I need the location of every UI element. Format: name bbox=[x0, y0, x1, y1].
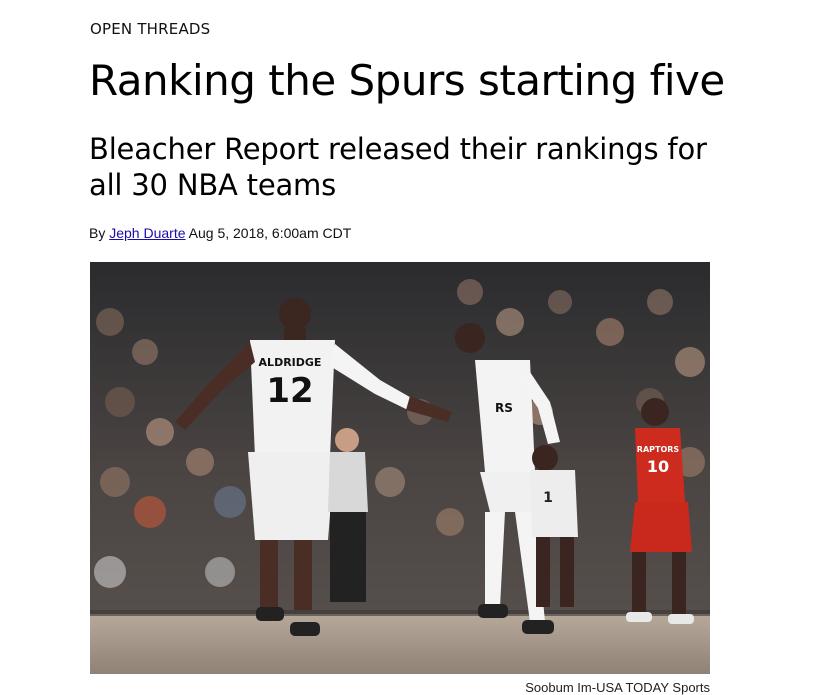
article-title: Ranking the Spurs starting five bbox=[89, 56, 725, 105]
section-kicker[interactable]: OPEN THREADS bbox=[90, 20, 210, 38]
author-link[interactable]: Jeph Duarte bbox=[109, 225, 185, 241]
jersey-mid-text: RS bbox=[495, 401, 513, 415]
jersey-right-number: 10 bbox=[647, 457, 669, 476]
photo-credit: Soobum Im-USA TODAY Sports bbox=[525, 680, 710, 695]
jersey-right-team: RAPTORS bbox=[637, 445, 680, 454]
basketball-game-photo: 12 ALDRIDGE RS 1 RAPTORS 10 bbox=[90, 262, 710, 674]
byline-prefix: By bbox=[89, 225, 106, 241]
hero-photo: 12 ALDRIDGE RS 1 RAPTORS 10 bbox=[90, 262, 710, 674]
jersey-left-number: 12 bbox=[266, 371, 313, 411]
jersey-left-name: ALDRIDGE bbox=[259, 356, 322, 369]
jersey-back-number: 1 bbox=[543, 490, 553, 506]
byline: By Jeph Duarte Aug 5, 2018, 6:00am CDT bbox=[89, 225, 351, 241]
publish-date: Aug 5, 2018, 6:00am CDT bbox=[188, 225, 352, 241]
article-subtitle: Bleacher Report released their rankings … bbox=[89, 132, 707, 203]
